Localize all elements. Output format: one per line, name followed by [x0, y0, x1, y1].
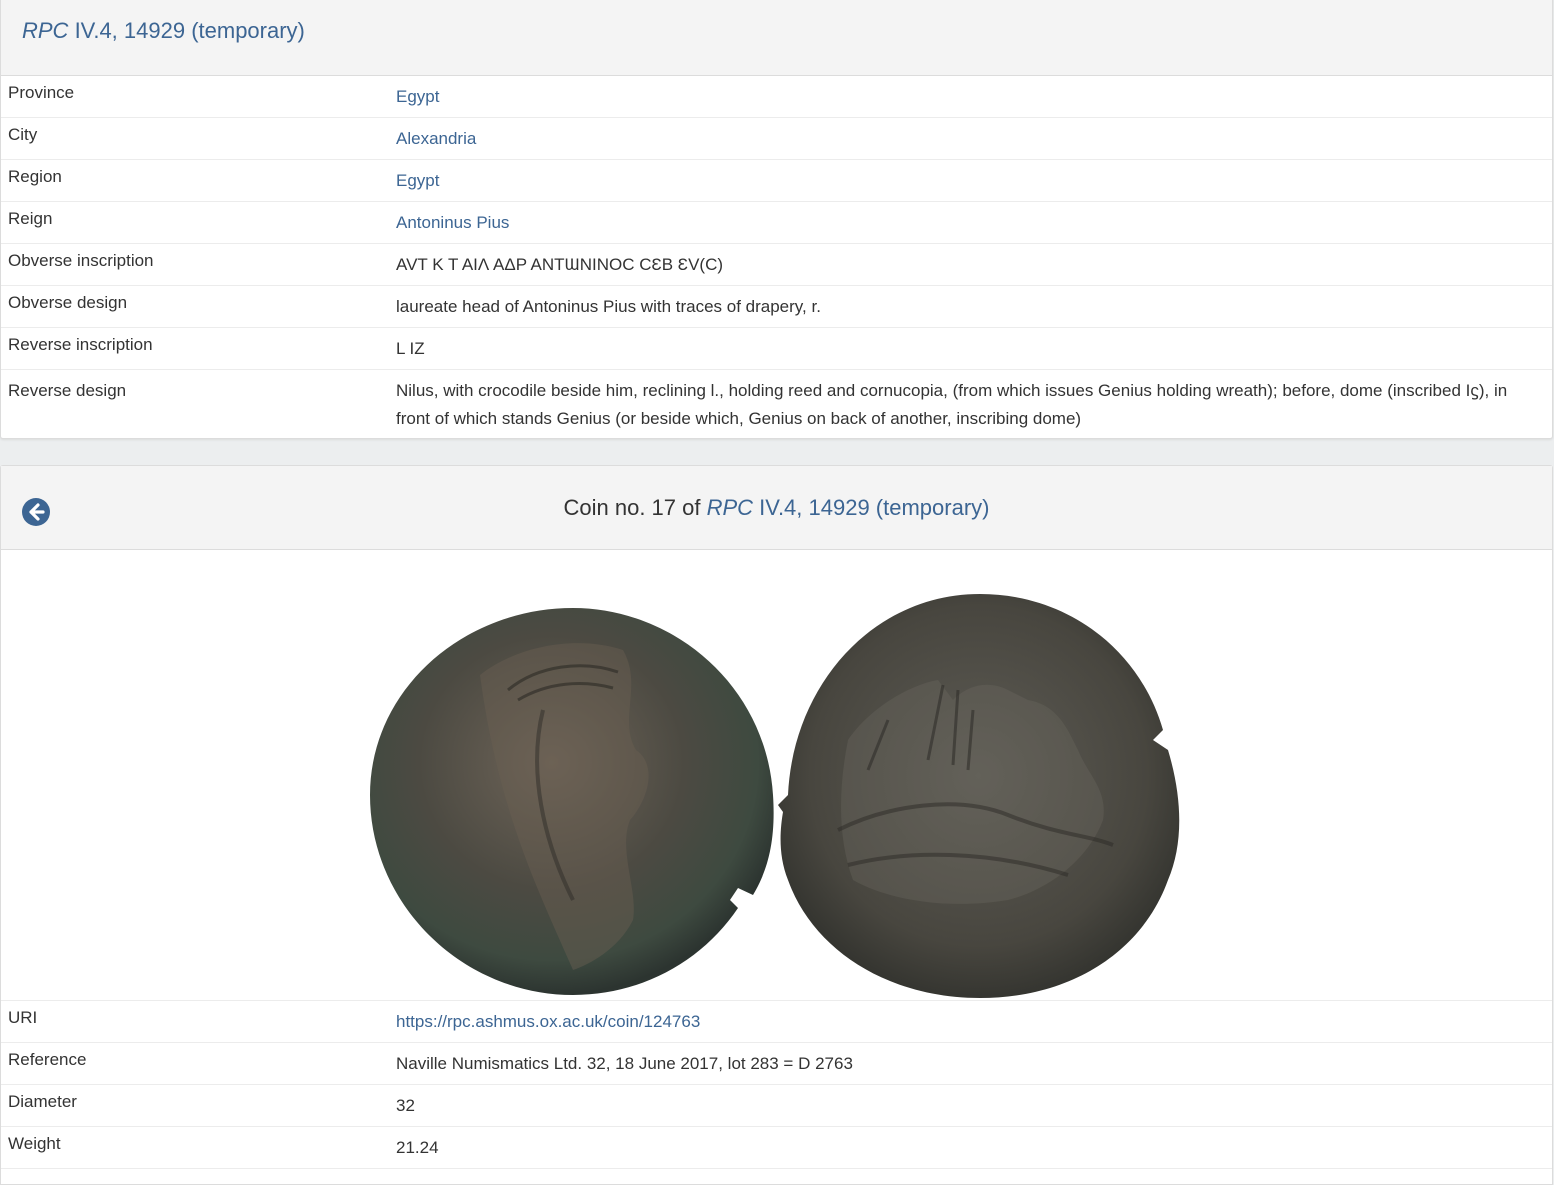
coin-title-italic: RPC — [706, 495, 754, 520]
type-title-link[interactable]: RPC IV.4, 14929 (temporary) — [22, 18, 305, 44]
reverse-inscription-value: L IZ — [396, 339, 425, 358]
table-row-province: Province Egypt — [1, 76, 1552, 118]
table-row-obverse-inscription: Obverse inscription AVT K T AIΛ AΔP ANTƜ… — [1, 244, 1552, 286]
diameter-value: 32 — [396, 1096, 415, 1115]
reign-link[interactable]: Antoninus Pius — [396, 213, 509, 232]
row-label: Obverse design — [8, 293, 128, 312]
type-panel-heading: RPC IV.4, 14929 (temporary) — [1, 0, 1552, 76]
row-label: Province — [8, 83, 75, 102]
row-label: City — [8, 125, 38, 144]
city-link[interactable]: Alexandria — [396, 129, 476, 148]
weight-value: 21.24 — [396, 1138, 439, 1157]
table-row-uri: URI https://rpc.ashmus.ox.ac.uk/coin/124… — [1, 1001, 1552, 1043]
table-row-diameter: Diameter 32 — [1, 1085, 1552, 1127]
coin-image[interactable] — [368, 590, 1188, 1002]
row-label: Reverse inscription — [8, 335, 153, 354]
row-label: Reverse design — [8, 381, 127, 400]
coin-panel-heading: Coin no. 17 of RPC IV.4, 14929 (temporar… — [1, 466, 1552, 550]
coin-obverse — [370, 608, 774, 995]
type-panel: RPC IV.4, 14929 (temporary) Province Egy… — [0, 0, 1553, 439]
obverse-inscription-value: AVT K T AIΛ AΔP ANTƜNINOC CƐB ƐV(C) — [396, 255, 724, 274]
table-row-reign: Reign Antoninus Pius — [1, 202, 1552, 244]
table-row-weight: Weight 21.24 — [1, 1127, 1552, 1169]
table-row-obverse-design: Obverse design laureate head of Antoninu… — [1, 286, 1552, 328]
reference-value: Naville Numismatics Ltd. 32, 18 June 201… — [396, 1054, 853, 1073]
coin-reverse — [778, 594, 1180, 998]
obverse-design-value: laureate head of Antoninus Pius with tra… — [396, 297, 821, 316]
coin-image-area — [1, 550, 1552, 1001]
row-label: Region — [8, 167, 62, 186]
coin-title-prefix: Coin no. 17 of — [563, 495, 707, 520]
row-label: URI — [8, 1008, 38, 1027]
row-label: Weight — [8, 1134, 61, 1153]
coin-title: Coin no. 17 of RPC IV.4, 14929 (temporar… — [1, 495, 1552, 521]
table-row-reverse-inscription: Reverse inscription L IZ — [1, 328, 1552, 370]
table-row-city: City Alexandria — [1, 118, 1552, 160]
coin-title-rest: IV.4, 14929 (temporary) — [753, 495, 990, 520]
table-row-reverse-design: Reverse design Nilus, with crocodile bes… — [1, 370, 1552, 439]
coin-title-link[interactable]: RPC IV.4, 14929 (temporary) — [707, 495, 990, 520]
row-label: Reign — [8, 209, 53, 228]
coin-panel: Coin no. 17 of RPC IV.4, 14929 (temporar… — [0, 465, 1553, 1185]
row-label: Diameter — [8, 1092, 77, 1111]
table-row-region: Region Egypt — [1, 160, 1552, 202]
province-link[interactable]: Egypt — [396, 87, 439, 106]
type-title-italic: RPC — [22, 18, 69, 43]
reverse-design-value: Nilus, with crocodile beside him, reclin… — [396, 381, 1508, 428]
row-label: Obverse inscription — [8, 251, 154, 270]
table-row-reference: Reference Naville Numismatics Ltd. 32, 1… — [1, 1043, 1552, 1085]
uri-link[interactable]: https://rpc.ashmus.ox.ac.uk/coin/124763 — [396, 1012, 700, 1031]
region-link[interactable]: Egypt — [396, 171, 439, 190]
type-title-rest: IV.4, 14929 (temporary) — [68, 18, 305, 43]
row-label: Reference — [8, 1050, 87, 1069]
